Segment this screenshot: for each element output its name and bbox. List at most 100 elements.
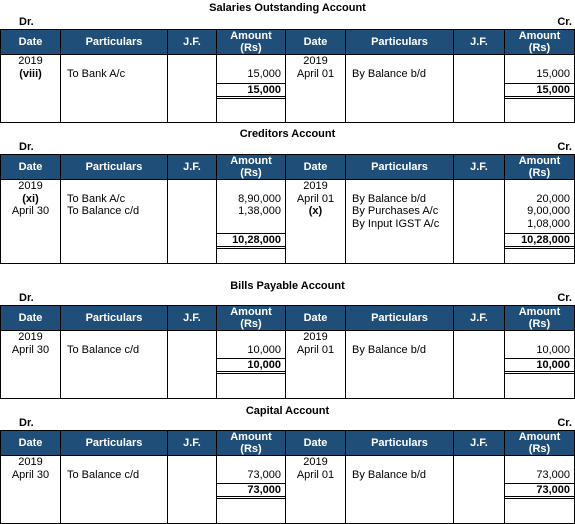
particulars-line — [67, 55, 167, 68]
header-row: Date Particulars J.F. Amount (Rs) Date Particu… — [0, 154, 575, 180]
date-line: 2019 — [303, 55, 328, 67]
date-line: 2019 — [303, 331, 328, 343]
debit-amount-cell: 73,000 73,000 — [216, 455, 286, 524]
credit-amount-cell: 73,000 73,000 — [504, 455, 575, 524]
col-amount: Amount (Rs) — [216, 305, 286, 331]
amount-line: 10,000 — [247, 343, 281, 356]
date-line: April 01 — [296, 67, 335, 80]
amount-line: 20,000 — [536, 192, 570, 205]
debit-particulars-cell: To Balance c/d — [60, 455, 168, 524]
amount-line — [505, 456, 574, 469]
col-jf: J.F. — [453, 305, 505, 331]
col-date: Date — [0, 29, 61, 55]
debit-label: Dr. — [19, 16, 34, 28]
debit-particulars-cell: To Bank A/c — [60, 54, 168, 123]
credit-particulars-cell: By Balance b/d — [345, 455, 454, 524]
amount-line — [217, 331, 285, 344]
particulars-line: By Balance b/d — [352, 468, 426, 481]
particulars-line: To Bank A/c — [67, 67, 126, 80]
date-line: 2019 — [303, 456, 328, 468]
particulars-line — [352, 456, 453, 469]
debit-label: Dr. — [19, 417, 34, 429]
ledger-account: Creditors Account Dr. Cr. Date Particulars J.… — [0, 126, 575, 264]
amount-line — [505, 331, 574, 344]
credit-total: 73,000 — [505, 483, 574, 499]
credit-amount-cell: 10,000 10,000 — [504, 330, 575, 399]
debit-jf-cell — [167, 330, 217, 399]
debit-particulars-cell: To Bank A/c To Balance c/d — [60, 179, 168, 264]
col-amount: Amount (Rs) — [504, 154, 575, 180]
amount-line: 73,000 — [536, 468, 570, 481]
ledger-table: Date Particulars J.F. Amount (Rs) Date Particu… — [0, 430, 575, 524]
amount-line: 1,08,000 — [527, 217, 570, 230]
debit-date-cell: 2019 April 30 — [0, 455, 61, 524]
date-line: 2019 — [18, 456, 43, 468]
col-particulars: Particulars — [345, 430, 454, 456]
date-line: April 30 — [11, 343, 50, 356]
credit-amount-cell: 20,000 9,00,000 1,08,000 10,28,000 — [504, 179, 575, 264]
particulars-line: By Balance b/d — [352, 192, 426, 205]
debit-amount-cell: 10,000 10,000 — [216, 330, 286, 399]
ledger-account: Capital Account Dr. Cr. Date Particulars J.F.… — [0, 403, 575, 524]
col-amount: Amount (Rs) — [504, 305, 575, 331]
date-line: April 01 — [296, 343, 335, 356]
debit-total: 10,000 — [217, 358, 285, 374]
debit-jf-cell — [167, 54, 217, 123]
credit-jf-cell — [453, 179, 505, 264]
debit-particulars-cell: To Balance c/d — [60, 330, 168, 399]
credit-date-cell: 2019 April 01 — [285, 54, 346, 123]
particulars-line: By Balance b/d — [352, 343, 426, 356]
credit-label: Cr. — [557, 292, 572, 304]
body-row: 2019 (xi) April 30 To Bank A/c To Balance c/… — [0, 179, 575, 264]
date-line: (x) — [308, 205, 323, 217]
credit-jf-cell — [453, 54, 505, 123]
body-row: 2019 April 30 To Balance c/d 73,000 73,000 20… — [0, 455, 575, 524]
debit-jf-cell — [167, 179, 217, 264]
amount-line: 10,000 — [536, 343, 570, 356]
col-particulars: Particulars — [345, 154, 454, 180]
col-particulars: Particulars — [60, 154, 168, 180]
header-row: Date Particulars J.F. Amount (Rs) Date Particu… — [0, 430, 575, 456]
col-amount: Amount (Rs) — [504, 430, 575, 456]
debit-date-cell: 2019 (xi) April 30 — [0, 179, 61, 264]
credit-particulars-cell: By Balance b/d By Purchases A/c By Input I… — [345, 179, 454, 264]
col-amount: Amount (Rs) — [216, 154, 286, 180]
particulars-line — [67, 331, 167, 344]
col-jf: J.F. — [167, 154, 217, 180]
col-jf: J.F. — [167, 430, 217, 456]
credit-date-cell: 2019 April 01 — [285, 330, 346, 399]
date-line: 2019 — [18, 180, 43, 192]
amount-line — [505, 180, 574, 193]
date-line: April 01 — [296, 468, 335, 481]
debit-amount-cell: 15,000 15,000 — [216, 54, 286, 123]
date-line: April 30 — [11, 205, 50, 217]
particulars-line: To Bank A/c — [67, 192, 126, 205]
amount-line — [217, 456, 285, 469]
account-title: Capital Account — [245, 405, 330, 417]
debit-date-cell: 2019 (viii) — [0, 54, 61, 123]
account-title: Salaries Outstanding Account — [209, 2, 366, 14]
ledger-table: Date Particulars J.F. Amount (Rs) Date Particu… — [0, 154, 575, 264]
particulars-line — [352, 55, 453, 68]
col-date: Date — [0, 154, 61, 180]
date-line: 2019 — [18, 331, 43, 343]
col-particulars: Particulars — [60, 430, 168, 456]
amount-line — [217, 180, 285, 193]
amount-line: 9,00,000 — [527, 205, 570, 217]
account-title: Bills Payable Account — [230, 280, 345, 292]
particulars-line: To Balance c/d — [67, 205, 140, 217]
header-row: Date Particulars J.F. Amount (Rs) Date Particu… — [0, 29, 575, 55]
col-amount: Amount (Rs) — [504, 29, 575, 55]
credit-date-cell: 2019 April 01 (x) — [285, 179, 346, 264]
col-date: Date — [285, 29, 346, 55]
col-particulars: Particulars — [60, 305, 168, 331]
col-amount: Amount (Rs) — [216, 430, 286, 456]
credit-particulars-cell: By Balance b/d — [345, 54, 454, 123]
particulars-line: By Input IGST A/c — [352, 217, 440, 230]
amount-line: 73,000 — [247, 468, 281, 481]
amount-line: 15,000 — [536, 67, 570, 80]
col-particulars: Particulars — [60, 29, 168, 55]
credit-total: 10,28,000 — [505, 233, 574, 249]
debit-total: 10,28,000 — [217, 233, 285, 249]
particulars-line: To Balance c/d — [67, 343, 140, 356]
